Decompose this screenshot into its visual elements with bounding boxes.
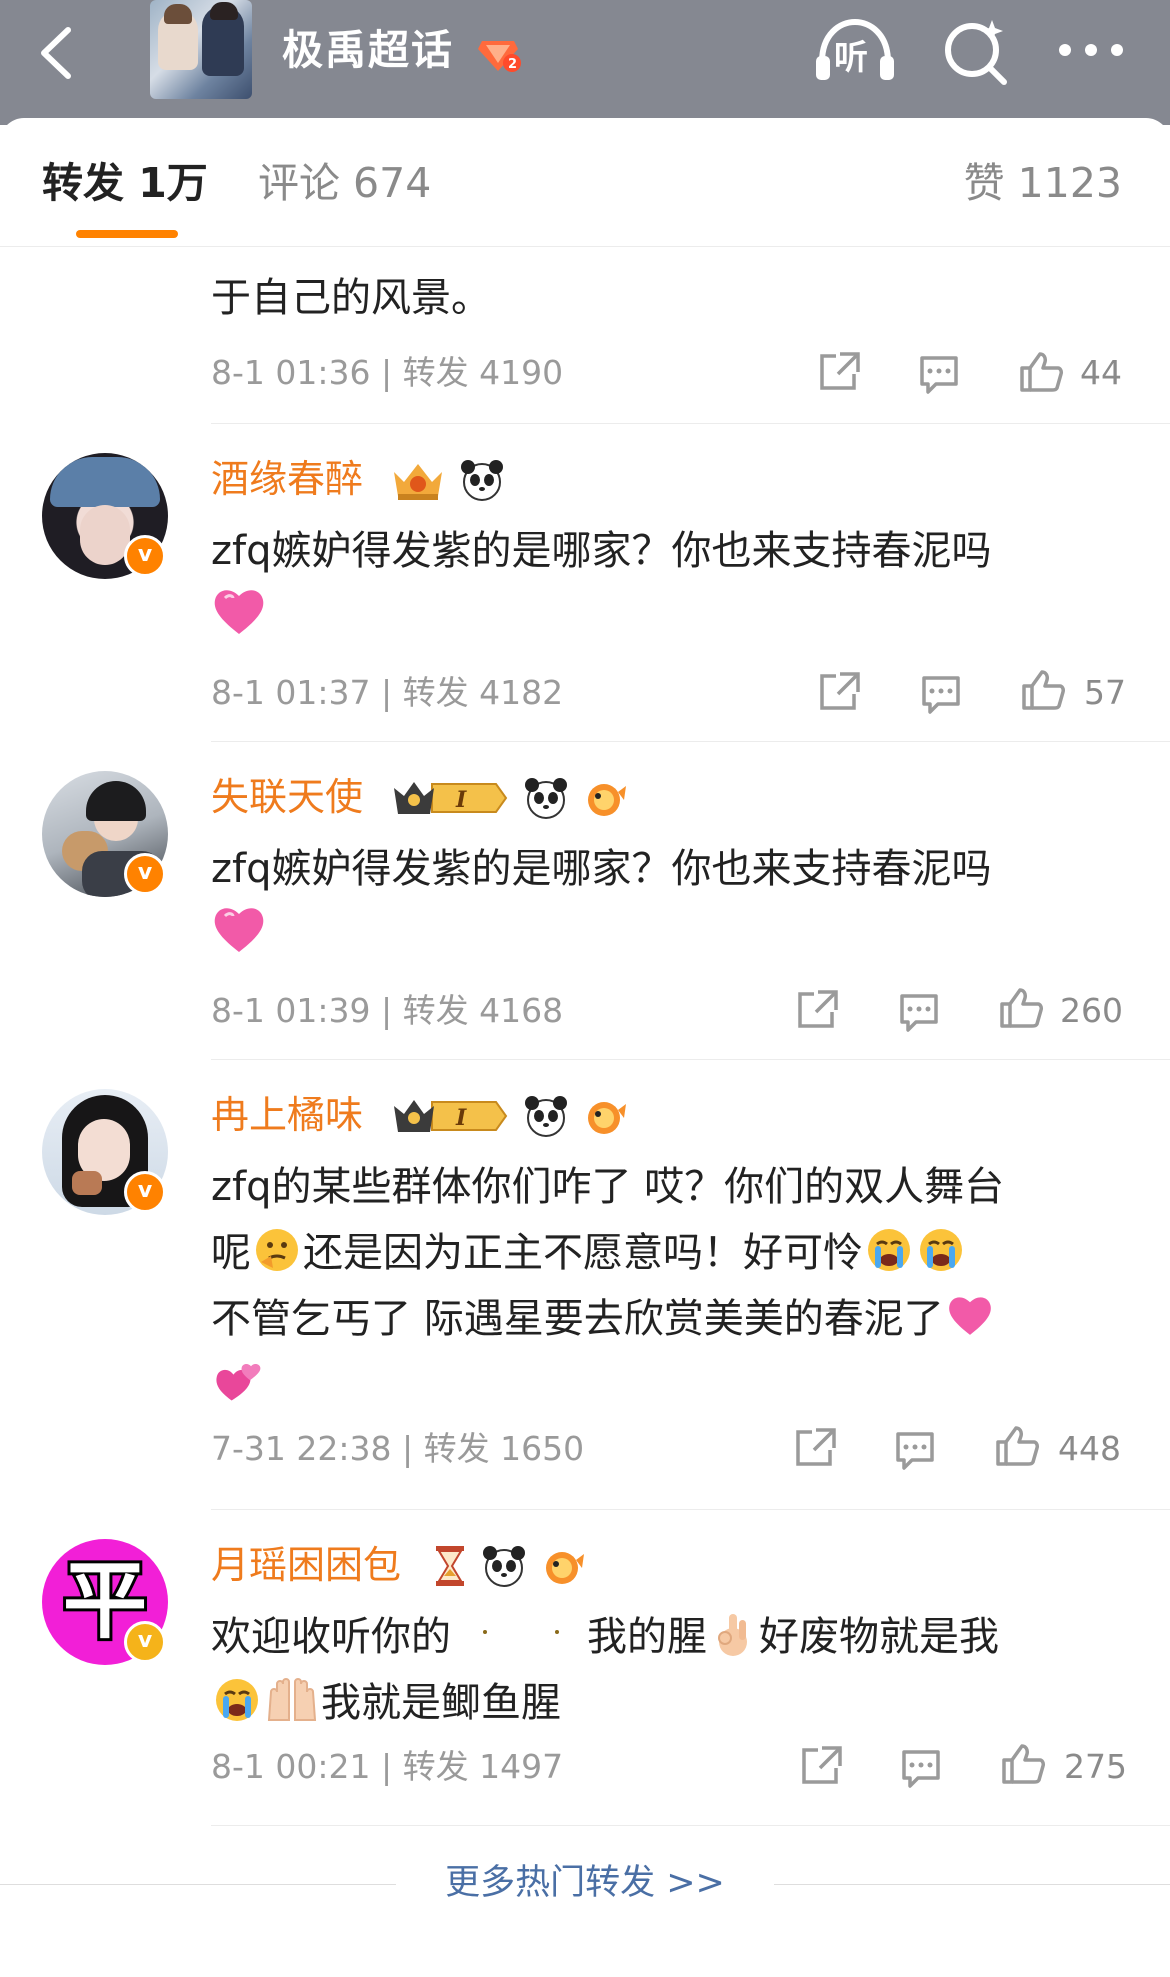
tab-repost[interactable]: 转发 1万 [42, 158, 208, 208]
user-badges: I [392, 776, 636, 822]
like-thumb-icon[interactable] [1020, 668, 1066, 712]
tab-bar: 转发 1万 评论 674 赞 1123 [0, 118, 1170, 247]
more-hot-reposts-link[interactable]: 更多热门转发 >> [0, 1858, 1170, 1908]
repost-meta: 8-1 01:36 | 转发 4190 [211, 353, 564, 392]
comment-icon[interactable] [892, 1428, 938, 1472]
divider [211, 1509, 1170, 1510]
verified-badge-icon: v [124, 1171, 166, 1213]
tab-like[interactable]: 赞 1123 [964, 158, 1122, 208]
like-thumb-icon[interactable] [994, 1424, 1040, 1468]
comment-icon[interactable] [898, 1746, 944, 1790]
like-thumb-icon[interactable] [998, 986, 1044, 1030]
like-count: 260 [1060, 991, 1123, 1030]
username[interactable]: 月瑶困困包 [211, 1540, 401, 1590]
username[interactable]: 失联天使 [211, 772, 363, 822]
divider [211, 1059, 1170, 1060]
divider [211, 741, 1170, 742]
thinking-face-emoji [253, 1226, 301, 1274]
two-hearts-emoji [213, 1358, 261, 1406]
user-avatar[interactable]: 平 v [42, 1539, 168, 1665]
verified-badge-icon: v [124, 1621, 166, 1663]
share-icon[interactable] [816, 670, 862, 714]
share-icon[interactable] [794, 988, 840, 1032]
like-count: 448 [1058, 1429, 1121, 1468]
repost-text: zfq嫉妒得发紫的是哪家？你也来支持春泥吗 [211, 836, 1131, 978]
crying-face-emoji [917, 1226, 965, 1274]
user-badges [432, 1544, 594, 1590]
top-bar: 极禹超话 2 听 [0, 0, 1170, 125]
panda-emoji-icon [481, 1544, 527, 1592]
user-avatar[interactable]: v [42, 453, 168, 579]
listen-button[interactable]: 听 [812, 16, 898, 86]
user-avatar[interactable]: v [42, 1089, 168, 1215]
search-sparkle-icon[interactable] [940, 16, 1010, 86]
pink-heart-emoji [211, 584, 267, 640]
repost-text: zfq的某些群体你们咋了 哎？你们的双人舞台 呢 还是因为正主不愿意吗！好可怜 … [211, 1154, 1131, 1418]
tab-comment[interactable]: 评论 674 [258, 158, 431, 208]
svg-text:2: 2 [508, 57, 517, 72]
member-level-text: I [455, 1105, 467, 1131]
like-count: 44 [1080, 353, 1122, 392]
crying-face-emoji [865, 1226, 913, 1274]
ok-hand-emoji [709, 1610, 757, 1658]
pink-heart-emoji [946, 1292, 994, 1340]
crescent-moon-emoji [465, 1610, 513, 1658]
panda-emoji-icon [523, 776, 569, 824]
pink-heart-emoji [211, 902, 267, 958]
topic-title[interactable]: 极禹超话 [282, 20, 454, 80]
repost-meta: 8-1 00:21 | 转发 1497 [211, 1747, 564, 1786]
hourglass-emoji-icon [432, 1544, 468, 1592]
divider [211, 1825, 1170, 1826]
user-badges: I [392, 1094, 636, 1140]
share-icon[interactable] [816, 350, 862, 394]
topic-level-badge-icon: 2 [478, 33, 522, 73]
listen-label: 听 [834, 38, 868, 78]
verified-badge-icon: v [124, 535, 166, 577]
panda-emoji-icon [523, 1094, 569, 1142]
back-chevron-icon[interactable] [28, 22, 90, 84]
member-level-badge-icon: I [392, 1094, 510, 1142]
like-thumb-icon[interactable] [1000, 1742, 1046, 1786]
active-tab-indicator [76, 230, 178, 238]
crying-face-emoji [213, 1676, 261, 1724]
username[interactable]: 酒缘春醉 [211, 454, 363, 504]
crown-badge-icon [390, 458, 446, 506]
more-dots-icon[interactable] [1055, 30, 1127, 70]
verified-badge-icon: v [124, 853, 166, 895]
member-level-text: I [455, 787, 467, 813]
user-avatar[interactable]: v [42, 771, 168, 897]
comment-icon[interactable] [918, 672, 964, 716]
repost-meta: 8-1 01:39 | 转发 4168 [211, 991, 564, 1030]
divider [211, 423, 1170, 424]
repost-text: zfq嫉妒得发紫的是哪家？你也来支持春泥吗 [211, 518, 1131, 660]
repost-text: 于自己的风景。 [211, 275, 491, 321]
comment-icon[interactable] [896, 990, 942, 1034]
like-thumb-icon[interactable] [1018, 350, 1064, 394]
raised-hands-emoji [265, 1676, 319, 1724]
crescent-moon-emoji [529, 1610, 577, 1658]
repost-meta: 8-1 01:37 | 转发 4182 [211, 673, 564, 712]
share-icon[interactable] [798, 1744, 844, 1788]
comment-icon[interactable] [916, 352, 962, 396]
pufferfish-badge-icon [582, 776, 628, 824]
repost-meta: 7-31 22:38 | 转发 1650 [211, 1429, 585, 1468]
username[interactable]: 冉上橘味 [211, 1090, 363, 1140]
repost-text: 欢迎收听你的 我的腥 好废物就是我 我就是鲫鱼腥 [211, 1604, 1131, 1736]
share-icon[interactable] [792, 1426, 838, 1470]
panda-emoji-icon [459, 458, 505, 506]
like-count: 57 [1084, 673, 1126, 712]
like-count: 275 [1064, 1747, 1127, 1786]
topic-cover-image[interactable] [150, 0, 252, 99]
pufferfish-badge-icon [582, 1094, 628, 1142]
member-level-badge-icon: I [392, 776, 510, 824]
pufferfish-badge-icon [540, 1544, 586, 1592]
user-badges [390, 458, 513, 504]
